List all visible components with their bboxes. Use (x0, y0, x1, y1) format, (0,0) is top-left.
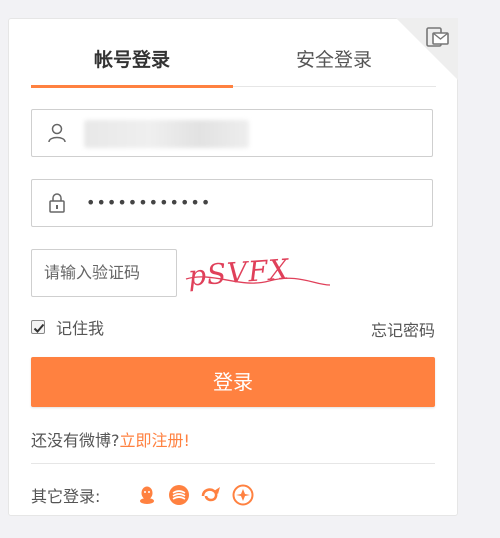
social-login-icons (136, 484, 264, 506)
remember-label: 记住我 (56, 319, 105, 338)
sina-icon[interactable] (168, 484, 190, 506)
wechat-icon[interactable] (200, 484, 222, 506)
forgot-password-link[interactable]: 忘记密码 (371, 317, 435, 341)
login-tabs: 帐号登录 安全登录 (31, 41, 436, 88)
user-icon (48, 123, 66, 143)
remember-me[interactable]: 记住我 (31, 317, 105, 338)
signup-prompt: 还没有微博? (31, 431, 120, 450)
password-value: •••••••••••• (86, 193, 212, 212)
captcha-input[interactable]: 请输入验证码 (31, 249, 177, 297)
other-login: 其它登录: (31, 483, 264, 507)
signup-row: 还没有微博?立即注册! (31, 427, 190, 451)
captcha-text: pSVFX (187, 253, 291, 293)
username-blurred-value (84, 120, 249, 148)
active-tab-indicator (31, 85, 233, 88)
qq-icon[interactable] (136, 484, 158, 506)
divider (31, 463, 435, 464)
signup-link[interactable]: 立即注册! (120, 431, 190, 450)
login-button[interactable]: 登录 (31, 357, 435, 407)
password-field[interactable]: •••••••••••• (31, 179, 433, 227)
check-icon (33, 323, 45, 333)
login-card: 帐号登录 安全登录 •••••••••••• 请输入验证码 pSVFX 记住我 (8, 18, 458, 516)
other-icon[interactable] (232, 484, 254, 506)
tab-account-login[interactable]: 帐号登录 (31, 41, 233, 86)
username-field[interactable] (31, 109, 433, 157)
tab-secure-login[interactable]: 安全登录 (233, 41, 435, 86)
other-login-label: 其它登录: (31, 487, 101, 506)
lock-icon (49, 193, 65, 213)
remember-checkbox[interactable] (31, 320, 45, 334)
captcha-image[interactable]: pSVFX (184, 251, 332, 295)
